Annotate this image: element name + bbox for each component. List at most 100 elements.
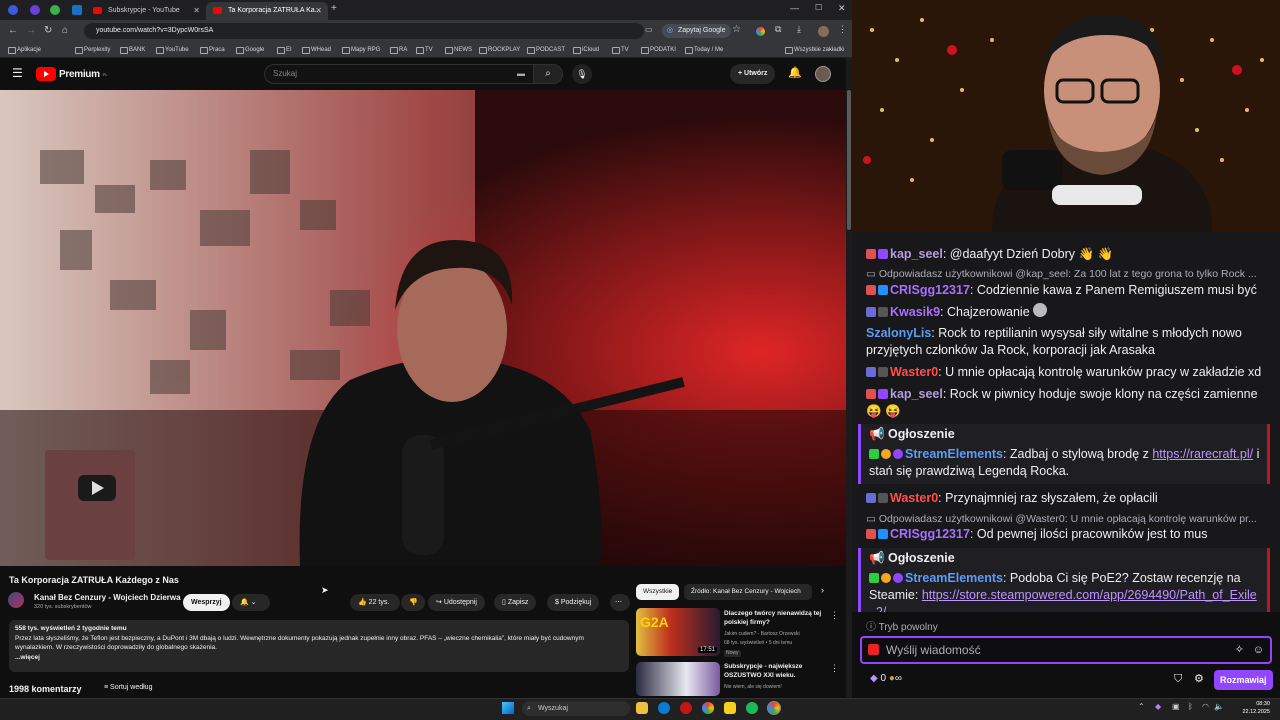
profile-avatar[interactable] xyxy=(818,26,829,37)
share-button[interactable]: ↪ Udostępnij xyxy=(428,594,485,611)
avatar[interactable] xyxy=(815,66,831,82)
shield-icon[interactable]: ⛉ xyxy=(1174,673,1182,686)
show-more-link[interactable]: ...więcej xyxy=(15,653,623,663)
thanks-button[interactable]: $ Podziękuj xyxy=(547,594,600,611)
channel-points[interactable]: ◆ 0 ●∞ xyxy=(870,673,902,684)
chat-link[interactable]: https://rarecraft.pl/ xyxy=(1152,447,1253,461)
forward-icon[interactable]: → xyxy=(26,22,36,40)
app-icon[interactable] xyxy=(680,702,692,714)
recommendation-title[interactable]: Subskrypcje - największe OSZUSTWO XXI wi… xyxy=(724,663,824,680)
support-button[interactable]: Wesprzyj xyxy=(183,594,230,611)
recommendation-thumbnail[interactable]: G2A 17:51 xyxy=(636,608,720,656)
bookmark-item[interactable]: TV xyxy=(612,43,629,57)
chat-username[interactable]: CRISgg12317 xyxy=(890,283,970,297)
tab-subscriptions[interactable]: Subskrypcje - YouTube ✕ xyxy=(86,2,206,20)
menu-kebab-icon[interactable]: ⋮ xyxy=(838,24,847,35)
chip-all[interactable]: Wszystkie xyxy=(636,584,680,600)
bookmark-item[interactable]: EI xyxy=(277,43,292,57)
pinned-tab-icon[interactable] xyxy=(72,5,82,15)
gear-icon[interactable]: ⚙ xyxy=(1194,672,1204,685)
chat-username[interactable]: kap_seel xyxy=(890,247,943,261)
bookmark-item[interactable]: Google xyxy=(236,43,264,57)
start-icon[interactable] xyxy=(502,702,514,714)
cast-icon[interactable]: ▭ xyxy=(645,25,653,34)
recommendation-channel[interactable]: Nie wiem, ale się dowiem! xyxy=(724,684,782,691)
video-description[interactable]: 558 tys. wyświetleń 2 tygodnie temu Prze… xyxy=(9,620,629,672)
close-window-icon[interactable]: ✕ xyxy=(838,3,846,14)
channel-avatar[interactable] xyxy=(8,592,24,608)
chat-username[interactable]: Waster0 xyxy=(890,365,938,379)
extension-icon[interactable] xyxy=(756,27,765,36)
menu-kebab-icon[interactable]: ⋮ xyxy=(830,610,839,621)
bookmark-item[interactable]: Today / Me xyxy=(685,43,723,57)
scrollbar-thumb[interactable] xyxy=(847,90,851,230)
menu-kebab-icon[interactable]: ⋮ xyxy=(830,663,839,674)
recommendation-thumbnail[interactable] xyxy=(636,662,720,696)
tray-chevron-icon[interactable]: ⌃ xyxy=(1138,702,1145,711)
bluetooth-icon[interactable]: ᛒ xyxy=(1188,702,1193,711)
chrome-active-icon[interactable] xyxy=(767,701,781,715)
chrome-icon[interactable] xyxy=(702,702,714,714)
extensions-icon[interactable]: ⧉ xyxy=(775,24,781,35)
pinned-tab-icon[interactable] xyxy=(50,5,60,15)
video-player[interactable] xyxy=(0,90,846,566)
back-icon[interactable]: ← xyxy=(8,22,18,40)
edge-icon[interactable] xyxy=(658,702,670,714)
bookmark-item[interactable]: Mapy RPG xyxy=(342,43,380,57)
bookmark-item[interactable]: iCloud xyxy=(573,43,599,57)
hamburger-menu-icon[interactable]: ☰ xyxy=(12,66,23,80)
recommendation-title[interactable]: Dlaczego twórcy nienawidzą tej polskiej … xyxy=(724,610,824,627)
chat-input[interactable]: Wyślij wiadomość ✧ ☺ xyxy=(860,636,1272,664)
tray-app-icon[interactable]: ▣ xyxy=(1172,702,1180,711)
bookmark-item[interactable]: TV xyxy=(416,43,433,57)
recommendation-channel[interactable]: Jakim cudem? - Bartosz Orzewski xyxy=(724,631,800,638)
more-actions-button[interactable]: ⋯ xyxy=(610,594,630,611)
chevron-right-icon[interactable]: › xyxy=(821,585,824,595)
chip-channel-source[interactable]: Źródło: Kanał Bez Cenzury - Wojciech xyxy=(684,584,812,600)
new-tab-icon[interactable]: + xyxy=(331,3,337,14)
pinned-tab-icon[interactable] xyxy=(8,5,18,15)
tray-app-icon[interactable]: ◆ xyxy=(1155,702,1161,711)
chat-username[interactable]: StreamElements xyxy=(905,447,1003,461)
bookmark-star-icon[interactable]: ☆ xyxy=(732,24,741,35)
channel-name[interactable]: Kanał Bez Cenzury - Wojciech Dzierwa xyxy=(34,593,181,602)
subscription-bell-button[interactable]: 🔔 ⌄ xyxy=(232,594,270,611)
minimize-icon[interactable]: — xyxy=(790,3,799,13)
bookmark-item[interactable]: PODATKI xyxy=(641,43,676,57)
bookmark-item[interactable]: RA xyxy=(390,43,407,57)
chat-username[interactable]: Kwasik9 xyxy=(890,305,940,319)
youtube-logo[interactable]: Premium PL xyxy=(36,67,108,81)
bookmark-item[interactable]: Praca xyxy=(200,43,225,57)
chat-send-button[interactable]: Rozmawiaj xyxy=(1214,670,1273,690)
chat-username[interactable]: CRISgg12317 xyxy=(890,527,970,541)
downloads-icon[interactable]: ⤓ xyxy=(797,24,801,35)
bookmark-item[interactable]: PODCAST xyxy=(527,43,565,57)
address-bar[interactable]: youtube.com/watch?v=3DypcW0rsSA xyxy=(84,23,644,39)
spotify-icon[interactable] xyxy=(746,702,758,714)
wifi-icon[interactable]: ◠ xyxy=(1202,702,1209,711)
voice-search-button[interactable]: 🎙 xyxy=(572,64,592,84)
all-bookmarks[interactable]: Wszystkie zakładki xyxy=(785,43,844,57)
home-icon[interactable]: ⌂ xyxy=(62,22,68,40)
system-clock[interactable]: 08:30 22.12.2025 xyxy=(1236,700,1270,716)
ask-google-button[interactable]: ◎ Zapytaj Google xyxy=(662,24,732,38)
create-button[interactable]: + Utwórz xyxy=(730,64,776,84)
bookmark-item[interactable]: YouTube xyxy=(156,43,189,57)
maximize-icon[interactable]: ☐ xyxy=(815,3,822,12)
chat-username[interactable]: kap_seel xyxy=(890,387,943,401)
file-explorer-icon[interactable] xyxy=(636,702,648,714)
tab-video[interactable]: Ta Korporacja ZATRUŁA Ka... ✕ xyxy=(206,2,328,20)
notifications-bell-icon[interactable]: 🔔 xyxy=(788,66,802,79)
taskbar-search[interactable]: ⌕ Wyszukaj xyxy=(522,701,630,716)
dislike-button[interactable]: 👎 xyxy=(401,594,425,611)
bookmark-item[interactable]: Aplikacje xyxy=(8,43,41,57)
volume-icon[interactable]: 🔈 xyxy=(1214,702,1224,711)
notes-icon[interactable] xyxy=(724,702,736,714)
bookmark-item[interactable]: Perplexity xyxy=(75,43,110,57)
bookmark-item[interactable]: WHead xyxy=(302,43,331,57)
chat-username[interactable]: StreamElements xyxy=(905,571,1003,585)
search-input[interactable]: Szukaj ▬ xyxy=(264,64,534,84)
chat-link[interactable]: https://store.steampowered.com/app/26944… xyxy=(869,588,1257,612)
chat-username[interactable]: SzalonyLis xyxy=(866,326,931,340)
emote-picker-icon[interactable]: ☺ xyxy=(1253,638,1264,662)
